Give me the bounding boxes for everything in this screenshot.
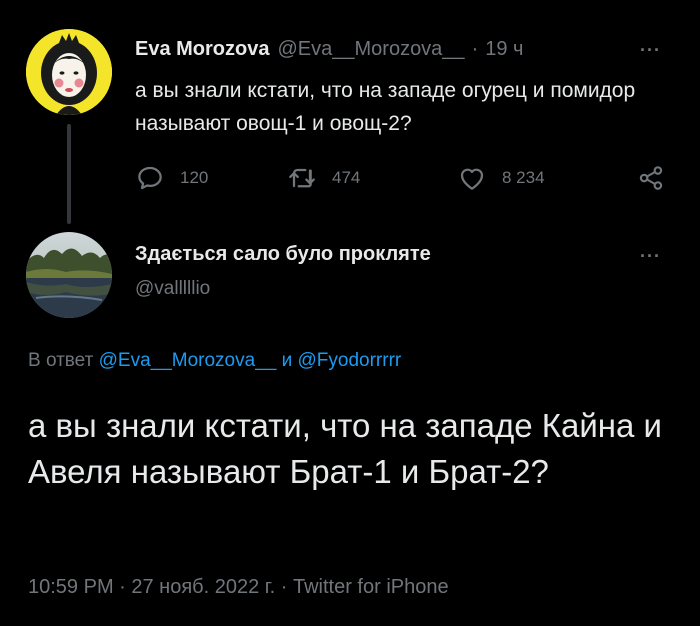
like-button[interactable]: 8 234 <box>456 160 545 196</box>
tweet-actions-bar: 120 474 8 234 <box>134 160 674 196</box>
reply-button[interactable]: 120 <box>134 160 208 196</box>
avatar-eva-morozova[interactable] <box>26 29 112 115</box>
reply-author-handle[interactable]: @valllllio <box>135 278 210 300</box>
mention-link-eva[interactable]: @Eva__Morozova__ <box>99 350 277 371</box>
heart-icon <box>460 168 484 190</box>
author-name[interactable]: Eva Morozova <box>135 38 269 61</box>
tweet-header: Eva Morozova @Eva__Morozova__ · 19 ч <box>135 38 523 64</box>
reply-icon <box>138 166 162 190</box>
like-count: 8 234 <box>502 168 545 187</box>
reply-to-line: В ответ @Eva__Morozova__ и @Fyodorrrrr <box>28 350 401 372</box>
reply-count: 120 <box>180 168 209 187</box>
tweet-meta-line[interactable]: 10:59 PM · 27 нояб. 2022 г. · Twitter fo… <box>28 576 449 599</box>
avatar-portrait-image <box>26 29 112 115</box>
share-icon <box>639 166 663 190</box>
retweet-count: 474 <box>332 168 361 187</box>
avatar-reply-author[interactable] <box>26 232 112 318</box>
mention-link-fyodor[interactable]: @Fyodorrrrr <box>298 350 402 371</box>
reply-more-options-button[interactable]: ··· <box>640 246 661 267</box>
retweet-button[interactable]: 474 <box>286 160 360 196</box>
reply-tweet-text: а вы знали кстати, что на западе Кайна и… <box>28 407 662 490</box>
author-handle[interactable]: @Eva__Morozova__ <box>277 38 464 61</box>
reply-author-name[interactable]: Здається сало було прокляте <box>135 243 431 266</box>
more-options-button[interactable]: ··· <box>640 40 661 61</box>
avatar-landscape-image <box>26 232 112 318</box>
reply-to-prefix: В ответ <box>28 350 94 371</box>
retweet-icon <box>289 168 315 188</box>
thread-connector-line <box>67 124 71 224</box>
reply-to-and[interactable]: и <box>282 350 293 371</box>
tweet-time[interactable]: 19 ч <box>485 38 523 61</box>
time-separator: · <box>471 38 479 60</box>
share-button[interactable] <box>636 160 666 196</box>
tweet-text: а вы знали кстати, что на западе огурец … <box>135 79 636 135</box>
